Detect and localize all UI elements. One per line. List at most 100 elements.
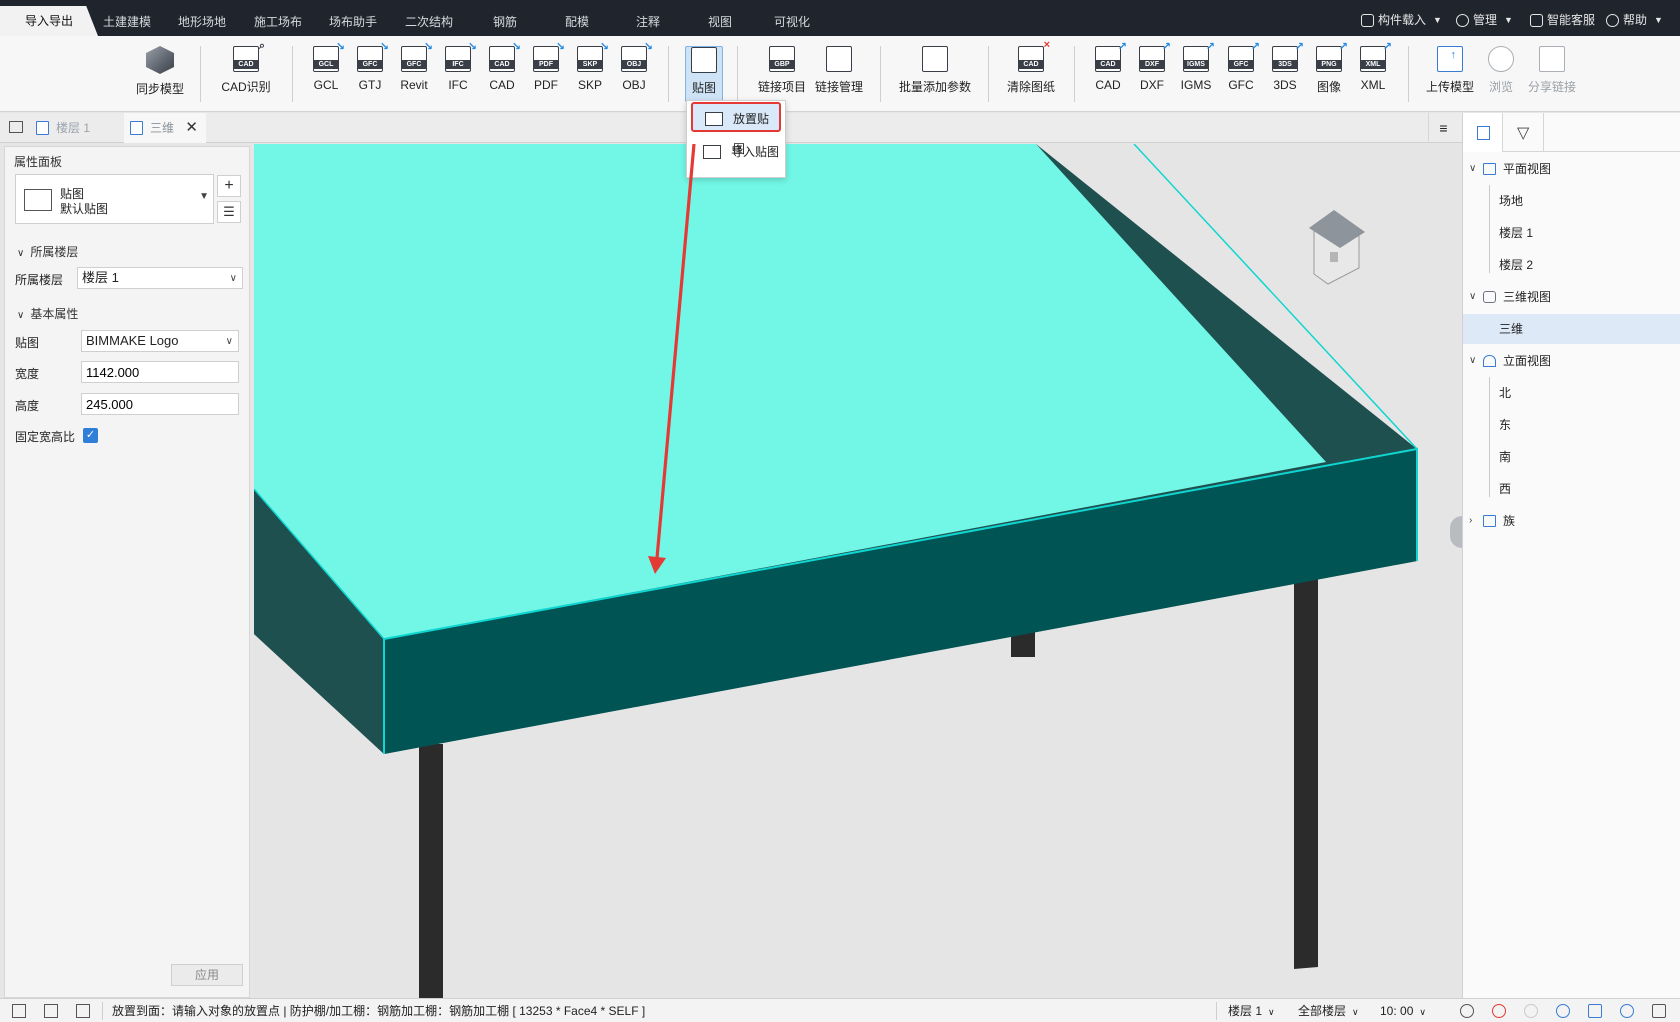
tree-item-east[interactable]: 东 [1463,410,1680,440]
export-image-button[interactable]: PNG ↗ 图像 [1309,41,1349,102]
floor-select[interactable]: 楼层 1 ∨ [77,267,243,289]
time-selector[interactable]: 10: 00 ∨ [1380,999,1426,1022]
height-input[interactable] [81,393,239,415]
grid-icon[interactable] [44,1004,58,1018]
tab-civil-modeling[interactable]: 土建建模 [94,8,160,36]
tree-item-3d[interactable]: 三维 [1463,314,1680,344]
component-load-label: 构件载入 [1378,13,1427,27]
tree-item-site[interactable]: 场地 [1463,186,1680,216]
export-arrow-icon: ↗ [1117,41,1127,53]
section-floor[interactable]: ∨ 所属楼层 [17,243,78,260]
share-link-label: 分享链接 [1527,80,1576,94]
smart-service-button[interactable]: 智能客服 [1530,10,1595,30]
import-gcl-label: GCL [313,78,339,92]
tab-list-menu-icon[interactable]: ≡ [1428,113,1458,143]
tree-item-south[interactable]: 南 [1463,442,1680,472]
section-basic[interactable]: ∨ 基本属性 [17,305,78,322]
import-ifc-button[interactable]: IFC ↘ IFC [439,41,477,102]
doc-tab-3d[interactable]: 三维 ✕ [124,113,206,143]
width-input[interactable] [81,361,239,383]
component-load-menu[interactable]: 构件载入 ▼ [1361,10,1442,30]
tree-node-elevation-views[interactable]: ∨ 立面视图 [1463,346,1680,376]
export-xml-button[interactable]: XML ↗ XML [1353,41,1393,102]
ribbon-separator [1074,46,1075,102]
section-box-icon[interactable] [1588,1004,1602,1018]
all-floors-selector[interactable]: 全部楼层 ∨ [1298,999,1359,1022]
apply-button[interactable]: 应用 [171,964,243,986]
tab-visualization[interactable]: 可视化 [760,8,824,36]
help-menu[interactable]: 帮助 ▼ [1606,10,1663,30]
tab-terrain-site[interactable]: 地形场地 [169,8,235,36]
clear-drawing-button[interactable]: CAD × 清除图纸 [1005,39,1057,102]
decal-dropdown-menu: 放置贴图 导入贴图 [686,100,786,178]
decal-select[interactable]: BIMMAKE Logo ∨ [81,330,239,352]
import-gtj-button[interactable]: GFC ↘ GTJ [351,41,389,102]
tab-secondary-structure[interactable]: 二次结构 [396,8,462,36]
zoom-fit-icon[interactable] [1620,1004,1634,1018]
ribbon-separator [292,46,293,102]
edit-type-button[interactable]: ☰ [217,201,241,223]
link-project-button[interactable]: GBP 链接项目 [755,46,809,102]
chevron-down-icon: ▼ [1504,15,1513,25]
tab-construction-layout[interactable]: 施工场布 [245,8,311,36]
export-cad-button[interactable]: CAD ↗ CAD [1088,41,1128,102]
light-bulb-icon[interactable] [1524,1004,1538,1018]
batch-add-params-button[interactable]: 批量添加参数 [898,46,972,102]
sun-icon[interactable] [1460,1004,1474,1018]
export-3ds-button[interactable]: 3DS ↗ 3DS [1265,41,1305,102]
3d-cube-icon[interactable] [1652,1004,1666,1018]
export-igms-button[interactable]: IGMS ↗ IGMS [1175,41,1217,102]
import-pdf-button[interactable]: PDF ↘ PDF [526,41,566,102]
browse-button[interactable]: 浏览 [1483,46,1519,102]
tab-formwork[interactable]: 配模 [548,8,606,36]
tab-view[interactable]: 视图 [691,8,749,36]
export-gfc-button[interactable]: GFC ↗ GFC [1221,41,1261,102]
share-link-button[interactable]: 分享链接 [1525,46,1579,102]
eye-icon [1488,46,1514,72]
tab-annotation[interactable]: 注释 [619,8,677,36]
tab-import-export[interactable]: 导入导出 [0,6,98,36]
view-cube[interactable] [1309,210,1365,285]
layout-icon[interactable] [76,1004,90,1018]
tree-item-west[interactable]: 西 [1463,474,1680,504]
tab-layout-assistant[interactable]: 场布助手 [320,8,386,36]
manage-menu[interactable]: 管理 ▼ [1456,10,1513,30]
doc-tab-floor-1[interactable]: 楼层 1 [30,113,122,143]
add-type-button[interactable]: + [217,175,241,197]
collapse-handle[interactable] [1450,516,1462,548]
select-mode-icon[interactable] [12,1004,26,1018]
tab-rebar[interactable]: 钢筋 [476,8,534,36]
export-dxf-button[interactable]: DXF ↗ DXF [1132,41,1172,102]
import-skp-button[interactable]: SKP ↘ SKP [570,41,610,102]
restore-window-icon[interactable] [9,121,23,133]
tree-item-north[interactable]: 北 [1463,378,1680,408]
import-decal-menu-item[interactable]: 导入贴图 [691,137,781,167]
tree-item-floor-2[interactable]: 楼层 2 [1463,250,1680,280]
tree-item-floor-1[interactable]: 楼层 1 [1463,218,1680,248]
place-decal-menu-item[interactable]: 放置贴图 [691,102,781,156]
link-manage-button[interactable]: 链接管理 [814,46,864,102]
3d-viewport[interactable] [254,144,1462,998]
decal-button[interactable]: 贴图 [685,46,723,102]
tab-project-browser[interactable] [1463,113,1503,152]
ribbon-separator [880,46,881,102]
tab-filter[interactable]: ▽ [1504,113,1544,152]
floor-selector[interactable]: 楼层 1 ∨ [1228,999,1275,1022]
close-icon[interactable]: ✕ [185,113,198,143]
shadow-off-icon[interactable] [1492,1004,1506,1018]
upload-model-button[interactable]: ↑ 上传模型 [1424,46,1476,102]
cad-recognize-button[interactable]: CAD ⌕ CAD识别 [216,40,276,102]
pdf-file-icon: PDF ↘ [533,41,565,72]
tree-node-3d-views[interactable]: ∨ 三维视图 [1463,282,1680,312]
fix-ratio-checkbox[interactable]: ✓ [83,428,98,443]
import-cad-button[interactable]: CAD ↘ CAD [482,41,522,102]
type-selector[interactable]: 贴图 默认贴图 ▼ [15,174,214,224]
tree-node-plan-views[interactable]: ∨ 平面视图 [1463,154,1680,184]
sync-model-button[interactable]: 同步模型 [132,46,188,102]
import-gcl-button[interactable]: GCL ↘ GCL [307,41,345,102]
import-obj-button[interactable]: OBJ ↘ OBJ [614,41,654,102]
import-revit-button[interactable]: GFC ↘ Revit [393,41,435,102]
import-revit-label: Revit [400,78,428,92]
render-icon[interactable] [1556,1004,1570,1018]
tree-node-family[interactable]: › 族 [1463,506,1680,536]
